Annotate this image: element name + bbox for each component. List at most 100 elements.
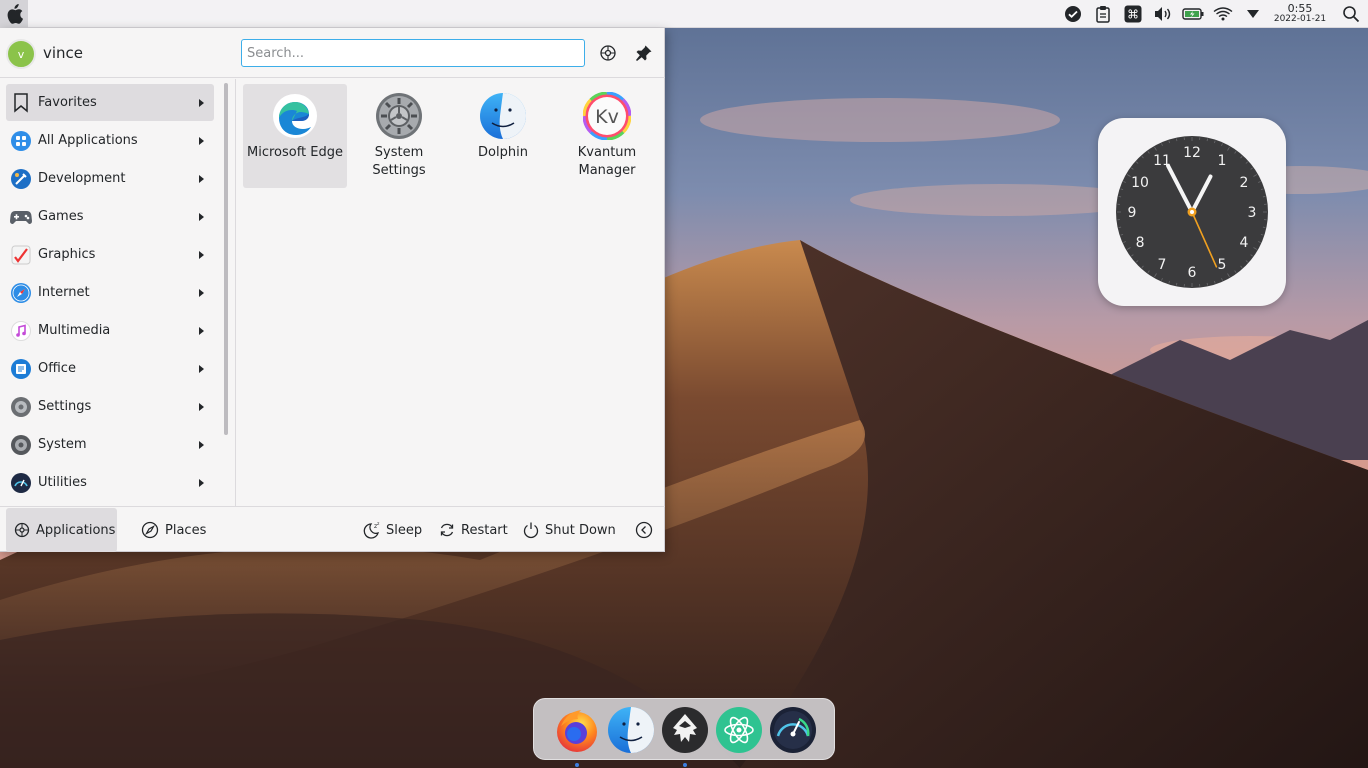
wifi-icon[interactable] — [1208, 0, 1238, 28]
kvantum-icon-text: Kv — [595, 106, 619, 128]
tab-places-label: Places — [165, 522, 207, 538]
restart-button[interactable]: Restart — [438, 520, 508, 540]
dock-item-inkscape[interactable] — [661, 706, 709, 767]
category-label: Office — [38, 361, 76, 376]
sidebar-scrollbar[interactable] — [224, 83, 228, 435]
system-tray: ⌘ 0:55 2022-01-21 — [1058, 0, 1368, 28]
dock-item-finder[interactable] — [607, 706, 655, 754]
gauge-icon — [10, 472, 32, 494]
sleep-button[interactable]: zz Sleep — [363, 520, 422, 540]
check-circle-icon[interactable] — [1058, 0, 1088, 28]
restart-label: Restart — [461, 522, 508, 538]
tray-expand-arrow-icon[interactable] — [1238, 0, 1268, 28]
volume-icon[interactable] — [1148, 0, 1178, 28]
apple-logo-icon[interactable] — [0, 0, 28, 28]
category-label: All Applications — [38, 133, 138, 148]
kvantum-icon: Kv — [582, 91, 632, 141]
category-games[interactable]: Games — [6, 198, 214, 235]
user-name: vince — [43, 44, 84, 62]
dock — [533, 698, 835, 767]
dolphin-finder-icon — [479, 92, 527, 140]
analog-clock-face: 121234567891011 — [1116, 136, 1268, 288]
restart-icon — [438, 521, 456, 539]
category-development[interactable]: Development — [6, 160, 214, 197]
tab-places[interactable]: Places — [133, 508, 215, 552]
edge-icon — [271, 92, 319, 140]
category-label: Settings — [38, 399, 92, 414]
app-microsoft-edge[interactable]: Microsoft Edge — [243, 84, 347, 188]
application-launcher: v vince Favorites All Applications Devel… — [0, 28, 665, 552]
category-utilities[interactable]: Utilities — [6, 464, 214, 501]
office-icon — [10, 358, 32, 380]
category-label: System — [38, 437, 87, 452]
launcher-header: v vince — [0, 28, 665, 78]
app-label: Kvantum Manager — [577, 145, 637, 178]
pin-icon[interactable] — [633, 42, 655, 64]
chevron-right-icon — [199, 440, 204, 449]
tab-applications-label: Applications — [36, 522, 116, 538]
running-indicator — [683, 763, 687, 767]
command-key-icon[interactable]: ⌘ — [1118, 0, 1148, 28]
category-office[interactable]: Office — [6, 350, 214, 387]
chevron-right-icon — [199, 136, 204, 145]
clock-tick — [1206, 138, 1208, 142]
category-graphics[interactable]: Graphics — [6, 236, 214, 273]
clock-tick — [1206, 282, 1208, 286]
chevron-right-icon — [199, 402, 204, 411]
tab-applications[interactable]: Applications — [6, 508, 117, 552]
clock-numeral: 2 — [1240, 175, 1249, 191]
sleep-icon: zz — [363, 521, 381, 539]
category-label: Graphics — [38, 247, 96, 262]
avatar[interactable]: v — [6, 39, 36, 69]
clock-numeral: 10 — [1131, 175, 1149, 191]
clock-numeral: 8 — [1136, 235, 1145, 251]
compass-icon — [10, 282, 32, 304]
search-icon[interactable] — [1336, 0, 1366, 28]
category-label: Internet — [38, 285, 90, 300]
category-all-applications[interactable]: All Applications — [6, 122, 214, 159]
clock-numeral: 3 — [1248, 205, 1257, 221]
category-settings[interactable]: Settings — [6, 388, 214, 425]
app-label: System Settings — [372, 145, 426, 178]
chevron-right-icon — [199, 174, 204, 183]
app-dolphin[interactable]: Dolphin — [451, 84, 555, 188]
settings-gear-icon — [10, 396, 32, 418]
category-label: Favorites — [38, 95, 97, 110]
category-system[interactable]: System — [6, 426, 214, 463]
chevron-right-icon — [199, 364, 204, 373]
clipboard-icon[interactable] — [1088, 0, 1118, 28]
bookmark-icon — [10, 92, 32, 114]
category-label: Utilities — [38, 475, 87, 490]
category-label: Multimedia — [38, 323, 111, 338]
inkscape-icon — [662, 707, 708, 753]
app-system-settings[interactable]: System Settings — [347, 84, 451, 188]
leave-options-button[interactable] — [635, 520, 658, 540]
digital-clock[interactable]: 0:55 2022-01-21 — [1270, 3, 1330, 25]
category-multimedia[interactable]: Multimedia — [6, 312, 214, 349]
grid-apps-icon — [10, 130, 32, 152]
chevron-right-icon — [199, 98, 204, 107]
app-kvantum-manager[interactable]: Kv Kvantum Manager — [555, 84, 659, 188]
gamepad-icon — [10, 206, 32, 228]
dock-item-firefox[interactable] — [553, 706, 601, 767]
music-note-icon — [10, 320, 32, 342]
app-label: Dolphin — [478, 145, 528, 160]
category-favorites[interactable]: Favorites — [6, 84, 214, 121]
clock-numeral: 5 — [1218, 257, 1227, 273]
shutdown-button[interactable]: Shut Down — [522, 520, 616, 540]
dock-item-atom[interactable] — [715, 706, 763, 754]
clock-tick — [1118, 226, 1122, 228]
search-input[interactable] — [241, 39, 585, 67]
graphics-icon — [10, 244, 32, 266]
clock-tick — [1176, 138, 1178, 142]
configure-icon[interactable] — [597, 42, 619, 64]
clock-numeral: 12 — [1183, 145, 1201, 161]
category-internet[interactable]: Internet — [6, 274, 214, 311]
battery-icon[interactable] — [1178, 0, 1208, 28]
top-panel: ⌘ 0:55 2022-01-21 — [0, 0, 1368, 28]
dock-item-system-monitor[interactable] — [769, 706, 817, 754]
chevron-right-icon — [199, 326, 204, 335]
category-label: Games — [38, 209, 84, 224]
analog-clock-widget[interactable]: 12 1 2 3 4 5 6 7 8 9 10 11 — [1098, 118, 1286, 306]
shutdown-label: Shut Down — [545, 522, 616, 538]
